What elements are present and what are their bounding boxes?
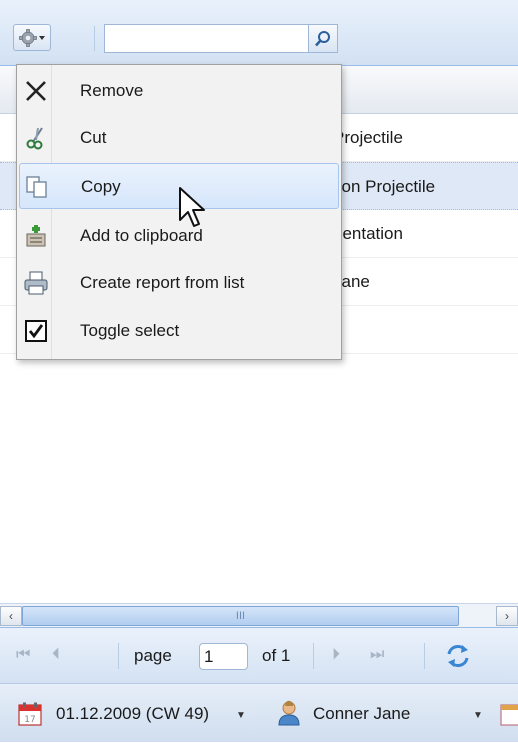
scissors-icon xyxy=(26,127,43,150)
printer-icon xyxy=(24,271,48,295)
menu-item-label: Create report from list xyxy=(80,273,245,292)
current-user-label[interactable]: Conner Jane xyxy=(313,684,410,743)
last-page-icon[interactable]: ⏭ xyxy=(370,646,384,664)
page-number-input[interactable]: 1 xyxy=(199,643,248,670)
pager-separator xyxy=(118,643,119,669)
search-input[interactable] xyxy=(104,24,309,53)
paging-toolbar: ⏮ ⏴ page 1 of 1 ⏵ ⏭ xyxy=(0,627,518,683)
svg-text:17: 17 xyxy=(24,715,35,725)
scrollbar-thumb[interactable]: III xyxy=(22,606,459,626)
user-icon[interactable] xyxy=(276,700,302,731)
top-toolbar xyxy=(0,0,518,66)
refresh-icon[interactable] xyxy=(444,642,472,675)
scroll-right-button[interactable]: › xyxy=(496,606,518,626)
magnifier-icon xyxy=(315,30,330,46)
menu-item-label: Cut xyxy=(80,128,107,147)
search-button[interactable] xyxy=(309,24,338,53)
menu-item-label: Toggle select xyxy=(80,321,180,340)
pager-separator xyxy=(313,643,314,669)
first-page-icon[interactable]: ⏮ xyxy=(16,646,30,664)
row-cell: nentation xyxy=(333,224,403,243)
current-date-label[interactable]: 01.12.2009 (CW 49) xyxy=(56,684,209,743)
pager-separator xyxy=(424,643,425,669)
row-cell: tion Projectile xyxy=(333,177,436,196)
scrollbar-grip: III xyxy=(235,610,246,622)
prev-page-icon[interactable]: ⏴ xyxy=(52,646,60,664)
scroll-left-button[interactable]: ‹ xyxy=(0,606,22,626)
status-bar: 17 01.12.2009 (CW 49) ▼ Conner Jane ▼ xyxy=(0,683,518,742)
mouse-pointer-icon xyxy=(179,187,205,227)
horizontal-scrollbar[interactable]: ‹ III › xyxy=(0,603,518,627)
menu-item-toggle-select[interactable]: Toggle select xyxy=(19,308,339,354)
actions-menu-button[interactable] xyxy=(13,24,51,51)
menu-item-label: Remove xyxy=(80,81,144,100)
gear-icon xyxy=(19,28,45,47)
clipboard-add-icon xyxy=(26,225,46,247)
chevron-down-icon[interactable]: ▼ xyxy=(236,710,246,721)
page-count-label: of 1 xyxy=(262,646,291,665)
menu-item-remove[interactable]: Remove xyxy=(19,68,339,114)
remove-icon xyxy=(26,81,46,101)
menu-item-label: Copy xyxy=(81,177,121,196)
toolbar-separator xyxy=(94,26,95,51)
calendar-icon[interactable]: 17 xyxy=(18,702,42,731)
copy-icon xyxy=(26,176,47,198)
menu-item-cut[interactable]: Cut xyxy=(19,115,339,161)
page-label: page xyxy=(134,646,172,665)
menu-item-create-report[interactable]: Create report from list xyxy=(19,260,339,306)
calendar-icon[interactable] xyxy=(498,702,518,726)
row-cell: Projectile xyxy=(333,128,403,147)
grid-empty-area xyxy=(0,355,518,603)
next-page-icon[interactable]: ⏵ xyxy=(332,646,340,664)
checkbox-icon xyxy=(25,320,47,342)
chevron-down-icon[interactable]: ▼ xyxy=(473,710,483,721)
